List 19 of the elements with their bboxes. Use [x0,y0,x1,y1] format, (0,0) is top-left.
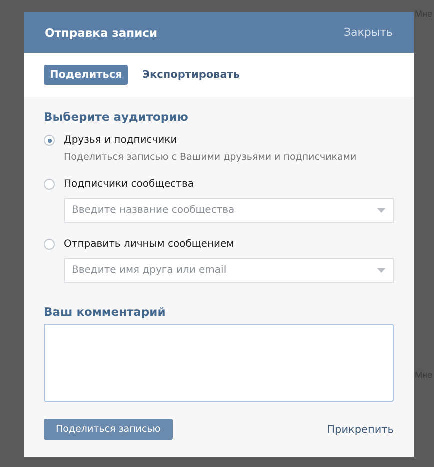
option-label[interactable]: Друзья и подписчики [64,135,178,146]
share-button[interactable]: Поделиться записью [44,419,173,440]
dropdown-field[interactable]: Введите название сообщества [64,198,394,223]
section-heading: Ваш комментарий [44,305,167,319]
option-label[interactable]: Подписчики сообщества [64,179,194,190]
comment-field[interactable] [44,324,394,402]
tab[interactable]: Поделиться [44,65,128,85]
attach-link[interactable]: Прикрепить [327,424,394,436]
dialog-title: Отправка записи [45,26,158,40]
option-description: Поделиться записью с Вашими друзьями и подписчиками [64,152,358,163]
radio-button[interactable] [44,179,55,190]
option-label[interactable]: Отправить личным сообщением [64,239,234,250]
radio-button[interactable] [44,239,55,250]
section-heading: Выберите аудиторию [44,110,190,124]
caret-icon [377,268,386,273]
caret-icon [377,208,386,213]
tab[interactable]: Экспортировать [136,65,246,85]
radio-button[interactable] [44,135,55,146]
dropdown-field[interactable]: Введите имя друга или email [64,258,394,283]
